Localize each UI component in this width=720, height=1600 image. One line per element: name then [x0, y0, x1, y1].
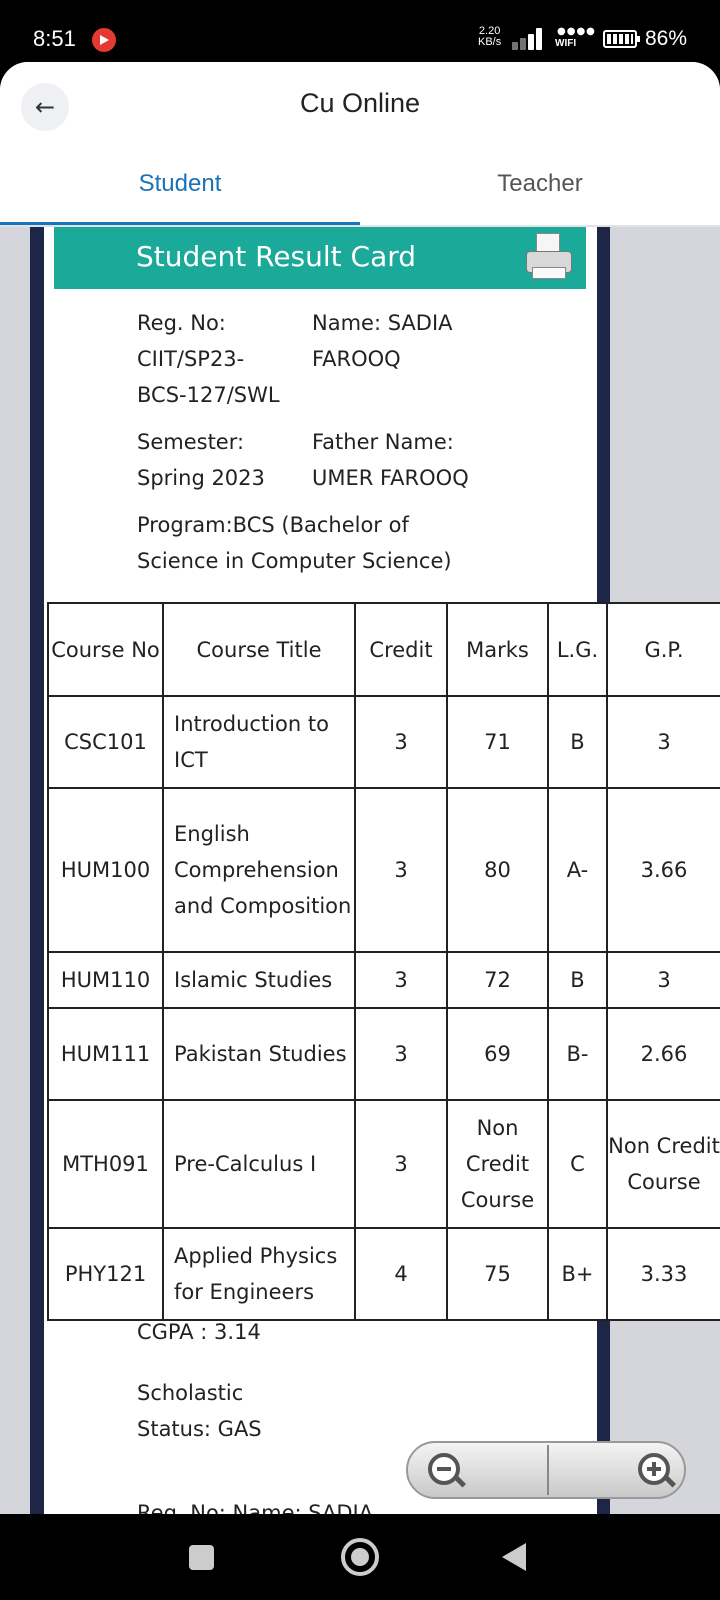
header-grade-point: G.P.: [606, 602, 720, 697]
table-row: CSC101 Introduction to ICT 3 71 B 3: [47, 695, 720, 789]
course-credit: 3: [354, 787, 448, 953]
header-letter-grade: L.G.: [547, 602, 608, 697]
course-letter-grade: B: [547, 951, 608, 1009]
course-grade-point: 3: [606, 695, 720, 789]
table-row: MTH091 Pre-Calculus I 3 Non Credit Cours…: [47, 1099, 720, 1229]
course-credit: 3: [354, 695, 448, 789]
course-no: MTH091: [47, 1099, 164, 1229]
reg-no-label: Reg. No:: [137, 311, 226, 335]
course-marks: 72: [446, 951, 549, 1009]
student-name-label: Name: SADIA: [312, 311, 453, 335]
table-row: PHY121 Applied Physics for Engineers 4 7…: [47, 1227, 720, 1321]
program-block: Program:BCS (Bachelor of Science in Comp…: [137, 507, 452, 579]
network-speed: 2.20 KB/s: [478, 26, 501, 48]
course-no: PHY121: [47, 1227, 164, 1321]
course-title: English Comprehension and Composition: [162, 787, 356, 953]
father-name-label: Father Name:: [312, 430, 454, 454]
recent-apps-icon[interactable]: [189, 1545, 214, 1570]
course-grade-point: 3.66: [606, 787, 720, 953]
header-marks: Marks: [446, 602, 549, 697]
tab-teacher[interactable]: Teacher: [360, 170, 720, 198]
father-name-block: Father Name: UMER FAROOQ: [312, 424, 469, 496]
table-row: HUM100 English Comprehension and Composi…: [47, 787, 720, 953]
course-title: Islamic Studies: [162, 951, 356, 1009]
wifi-label: WIFI: [555, 38, 577, 49]
course-title: Applied Physics for Engineers: [162, 1227, 356, 1321]
course-grade-point: 2.66: [606, 1007, 720, 1101]
reg-no-value-line1: CIIT/SP23-: [137, 347, 245, 371]
header-course-title: Course Title: [162, 602, 356, 697]
course-letter-grade: B-: [547, 1007, 608, 1101]
semester-block: Semester: Spring 2023: [137, 424, 265, 496]
battery-icon: [603, 30, 640, 48]
course-marks: 71: [446, 695, 549, 789]
course-marks: 75: [446, 1227, 549, 1321]
app-title: Cu Online: [299, 88, 421, 118]
student-name-block: Name: SADIA FAROOQ: [312, 305, 453, 377]
program-line1: Program:BCS (Bachelor of: [137, 513, 409, 537]
header-credit: Credit: [354, 602, 448, 697]
results-table: Course No Course Title Credit Marks L.G.…: [47, 602, 720, 1321]
course-marks: Non Credit Course: [446, 1099, 549, 1229]
course-credit: 3: [354, 1099, 448, 1229]
table-row: HUM110 Islamic Studies 3 72 B 3: [47, 951, 720, 1009]
reg-no-block: Reg. No: CIIT/SP23- BCS-127/SWL: [137, 305, 280, 413]
course-credit: 3: [354, 951, 448, 1009]
wifi-icon: ●●●● WIFI: [555, 26, 596, 49]
scholastic-status-line2: Status: GAS: [137, 1417, 262, 1441]
course-no: HUM100: [47, 787, 164, 953]
student-name-line2: FAROOQ: [312, 347, 401, 371]
zoom-in-button[interactable]: [634, 1449, 678, 1493]
printer-icon[interactable]: [524, 233, 574, 281]
course-letter-grade: B+: [547, 1227, 608, 1321]
system-nav-bar: [0, 1514, 720, 1600]
result-card-title-bar: Student Result Card: [54, 227, 586, 289]
course-grade-point: Non Credit Course: [606, 1099, 720, 1229]
scholastic-status-block: Scholastic Status: GAS: [137, 1375, 262, 1447]
course-grade-point: 3.33: [606, 1227, 720, 1321]
zoom-out-button[interactable]: [424, 1449, 468, 1493]
course-letter-grade: A-: [547, 787, 608, 953]
semester-value: Spring 2023: [137, 466, 265, 490]
semester-label: Semester:: [137, 430, 245, 454]
table-header-row: Course No Course Title Credit Marks L.G.…: [47, 602, 720, 697]
result-card-title: Student Result Card: [136, 240, 417, 273]
course-no: HUM111: [47, 1007, 164, 1101]
course-letter-grade: C: [547, 1099, 608, 1229]
course-title: Pre-Calculus I: [162, 1099, 356, 1229]
app-header: ← Cu Online Student Teacher: [0, 62, 720, 227]
course-no: HUM110: [47, 951, 164, 1009]
status-time: 8:51: [33, 26, 76, 51]
signal-strength-icon: [512, 28, 552, 50]
cut-off-text: Reg. No: Name: SADIA: [137, 1501, 374, 1514]
course-title: Pakistan Studies: [162, 1007, 356, 1101]
back-triangle-icon[interactable]: [502, 1543, 526, 1571]
course-letter-grade: B: [547, 695, 608, 789]
table-row: HUM111 Pakistan Studies 3 69 B- 2.66: [47, 1007, 720, 1101]
battery-percent: 86%: [645, 27, 688, 50]
course-marks: 80: [446, 787, 549, 953]
scholastic-status-line1: Scholastic: [137, 1381, 244, 1405]
course-no: CSC101: [47, 695, 164, 789]
screen-record-icon: [92, 28, 116, 52]
course-grade-point: 3: [606, 951, 720, 1009]
zoom-divider: [547, 1445, 549, 1495]
course-marks: 69: [446, 1007, 549, 1101]
zoom-control: [406, 1441, 686, 1499]
home-icon[interactable]: [341, 1538, 379, 1576]
program-line2: Science in Computer Science): [137, 549, 452, 573]
reg-no-value-line2: BCS-127/SWL: [137, 383, 280, 407]
status-bar: 8:51 2.20 KB/s ●●●● WIFI 86%: [0, 0, 720, 62]
course-title: Introduction to ICT: [162, 695, 356, 789]
father-name-value: UMER FAROOQ: [312, 466, 469, 490]
course-credit: 4: [354, 1227, 448, 1321]
tab-student[interactable]: Student: [0, 170, 360, 198]
header-course-no: Course No: [47, 602, 164, 697]
course-credit: 3: [354, 1007, 448, 1101]
network-speed-unit: KB/s: [478, 36, 502, 48]
